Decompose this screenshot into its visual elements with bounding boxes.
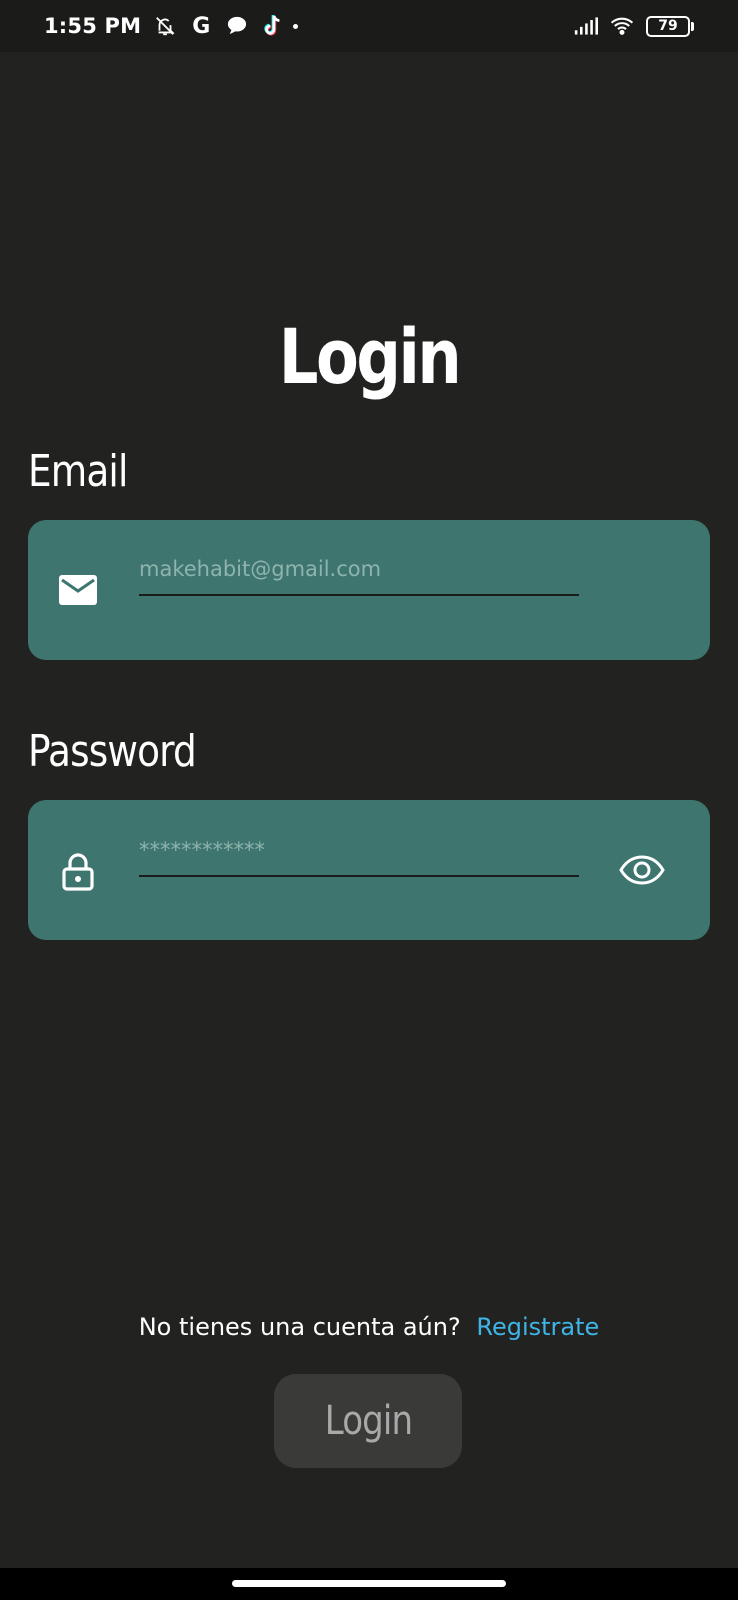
email-input[interactable] xyxy=(139,552,579,596)
email-label: Email xyxy=(28,446,128,497)
bell-off-icon xyxy=(153,14,177,38)
home-indicator[interactable] xyxy=(232,1580,506,1587)
signal-icon xyxy=(574,14,598,38)
status-left: 1:55 PM G xyxy=(44,13,299,39)
login-button[interactable]: Login xyxy=(274,1374,462,1468)
login-screen: 1:55 PM G 79 Login Email makehabit@gmail… xyxy=(0,0,738,1600)
signup-prompt: No tienes una cuenta aún? xyxy=(138,1313,461,1341)
google-icon: G xyxy=(192,13,211,39)
battery-tip xyxy=(691,21,694,31)
password-card xyxy=(28,800,710,940)
login-button-label: Login xyxy=(324,1398,412,1444)
page-title: Login xyxy=(278,312,462,401)
mail-icon xyxy=(58,570,98,610)
tiktok-icon xyxy=(261,14,285,38)
battery-level: 79 xyxy=(646,15,690,37)
dot-icon xyxy=(293,23,299,29)
chat-bubble-icon xyxy=(225,14,249,38)
status-time: 1:55 PM xyxy=(44,14,142,38)
signup-row: No tienes una cuenta aún? Registrate xyxy=(0,1313,738,1341)
password-label: Password xyxy=(28,726,197,777)
password-input[interactable] xyxy=(139,833,579,877)
battery-icon: 79 xyxy=(646,15,694,37)
status-right: 79 xyxy=(574,14,694,38)
eye-icon[interactable] xyxy=(618,846,666,894)
email-card xyxy=(28,520,710,660)
wifi-icon xyxy=(610,14,634,38)
status-bar: 1:55 PM G 79 xyxy=(0,0,738,52)
register-link[interactable]: Registrate xyxy=(476,1313,599,1341)
lock-icon xyxy=(58,852,98,892)
